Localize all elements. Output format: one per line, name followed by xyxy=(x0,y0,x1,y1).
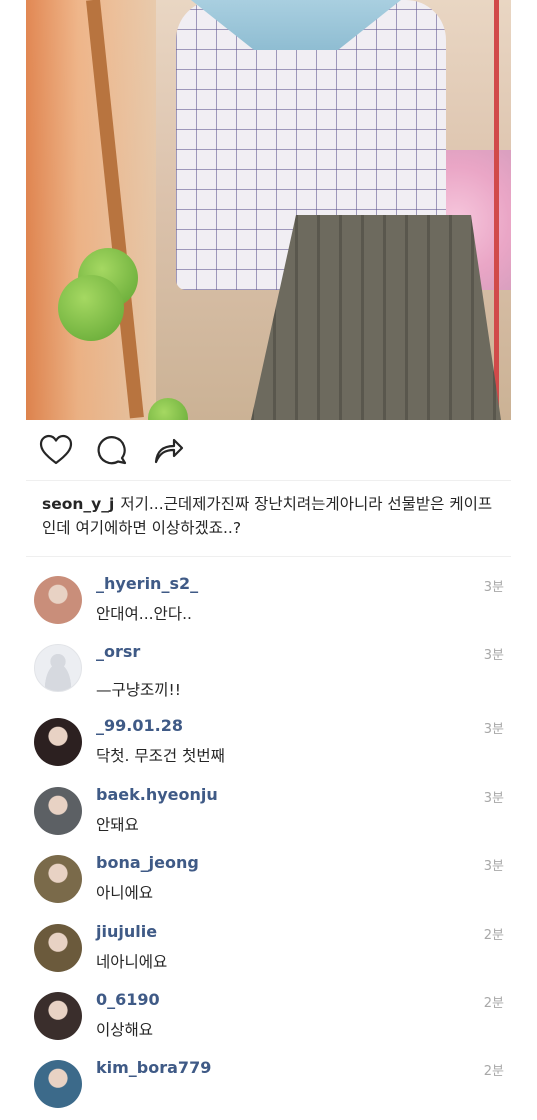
comment-text: 안돼요 xyxy=(96,816,139,834)
heart-icon xyxy=(39,434,73,465)
comment-time: 3분 xyxy=(483,791,504,806)
comment-time: 2분 xyxy=(483,928,504,943)
comment-text: —구냥조끼!! xyxy=(96,681,181,699)
post-action-bar xyxy=(38,430,186,470)
comment-time: 3분 xyxy=(483,580,504,595)
comment-username[interactable]: _orsr xyxy=(96,642,140,661)
comment-item: jiujulie 네아니에요 2분 xyxy=(34,922,504,984)
comment-username[interactable]: baek.hyeonju xyxy=(96,785,218,804)
avatar[interactable] xyxy=(34,924,82,972)
avatar[interactable] xyxy=(34,787,82,835)
comment-icon xyxy=(97,436,127,465)
comment-item: kim_bora779 2분 xyxy=(34,1058,504,1120)
avatar[interactable] xyxy=(34,576,82,624)
share-icon xyxy=(154,438,184,464)
comment-time: 3분 xyxy=(483,722,504,737)
comment-button[interactable] xyxy=(94,432,130,468)
post-photo[interactable] xyxy=(26,0,511,420)
avatar[interactable] xyxy=(34,992,82,1040)
photo-red-string xyxy=(494,0,499,420)
divider xyxy=(26,480,511,481)
avatar[interactable] xyxy=(34,855,82,903)
comment-username[interactable]: _hyerin_s2_ xyxy=(96,574,198,593)
comment-item: _hyerin_s2_ 안대여...안다.. 3분 xyxy=(34,574,504,636)
comment-text: 안대여...안다.. xyxy=(96,605,192,623)
share-button[interactable] xyxy=(150,432,186,468)
comment-text: 닥첫. 무조건 첫번째 xyxy=(96,747,225,765)
comment-username[interactable]: kim_bora779 xyxy=(96,1058,211,1077)
photo-green-ball xyxy=(58,275,124,341)
divider xyxy=(26,556,511,557)
comment-item: _orsr —구냥조끼!! 3분 xyxy=(34,642,504,704)
comment-time: 3분 xyxy=(483,648,504,663)
comment-item: 0_6190 이상해요 2분 xyxy=(34,990,504,1052)
comment-username[interactable]: jiujulie xyxy=(96,922,157,941)
comment-text: 아니에요 xyxy=(96,884,154,902)
like-button[interactable] xyxy=(38,432,74,468)
comment-time: 2분 xyxy=(483,1064,504,1079)
avatar[interactable] xyxy=(34,718,82,766)
comment-username[interactable]: 0_6190 xyxy=(96,990,160,1009)
comment-username[interactable]: _99.01.28 xyxy=(96,716,183,735)
comment-item: _99.01.28 닥첫. 무조건 첫번째 3분 xyxy=(34,716,504,778)
comment-time: 3분 xyxy=(483,859,504,874)
comment-text: 네아니에요 xyxy=(96,953,168,971)
comment-item: baek.hyeonju 안돼요 3분 xyxy=(34,785,504,847)
avatar[interactable] xyxy=(34,644,82,692)
comment-time: 2분 xyxy=(483,996,504,1011)
avatar[interactable] xyxy=(34,1060,82,1108)
caption-username[interactable]: seon_y_j xyxy=(42,495,114,513)
comment-username[interactable]: bona_jeong xyxy=(96,853,199,872)
comment-item: bona_jeong 아니에요 3분 xyxy=(34,853,504,915)
post-caption: seon_y_j 저기...근데제가진짜 장난치려는게아니라 선물받은 케이프인데… xyxy=(42,492,502,540)
comment-text: 이상해요 xyxy=(96,1021,154,1039)
